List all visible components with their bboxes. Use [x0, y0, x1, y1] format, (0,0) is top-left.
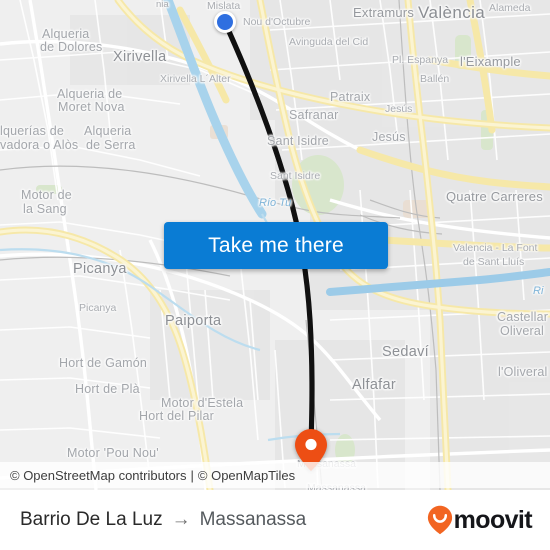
route-origin-label: Barrio De La Luz	[20, 509, 163, 530]
attribution-separator: |	[190, 467, 194, 483]
arrow-right-icon: →	[171, 509, 191, 530]
moovit-pin-smile-icon	[427, 505, 452, 535]
route-summary: Barrio De La Luz → Massanassa	[20, 509, 306, 531]
take-me-there-label: Take me there	[208, 233, 344, 257]
map-canvas[interactable]: Mislata Extramurs València Alameda Nou d'Oct…	[0, 0, 550, 490]
origin-marker[interactable]	[214, 11, 236, 33]
map-attribution: © OpenStreetMap contributors | © OpenMap…	[0, 462, 550, 488]
moovit-wordmark: moovit	[453, 505, 533, 534]
moovit-route-screen: Mislata Extramurs València Alameda Nou d'Oct…	[0, 0, 550, 550]
attribution-openmaptiles[interactable]: © OpenMapTiles	[198, 468, 295, 483]
moovit-logo[interactable]: moovit	[427, 505, 533, 535]
route-destination-label: Massanassa	[199, 509, 307, 530]
attribution-osm[interactable]: © OpenStreetMap contributors	[10, 468, 187, 483]
take-me-there-button[interactable]: Take me there	[164, 222, 388, 269]
footer-bar: Barrio De La Luz → Massanassa moovit	[0, 490, 550, 550]
